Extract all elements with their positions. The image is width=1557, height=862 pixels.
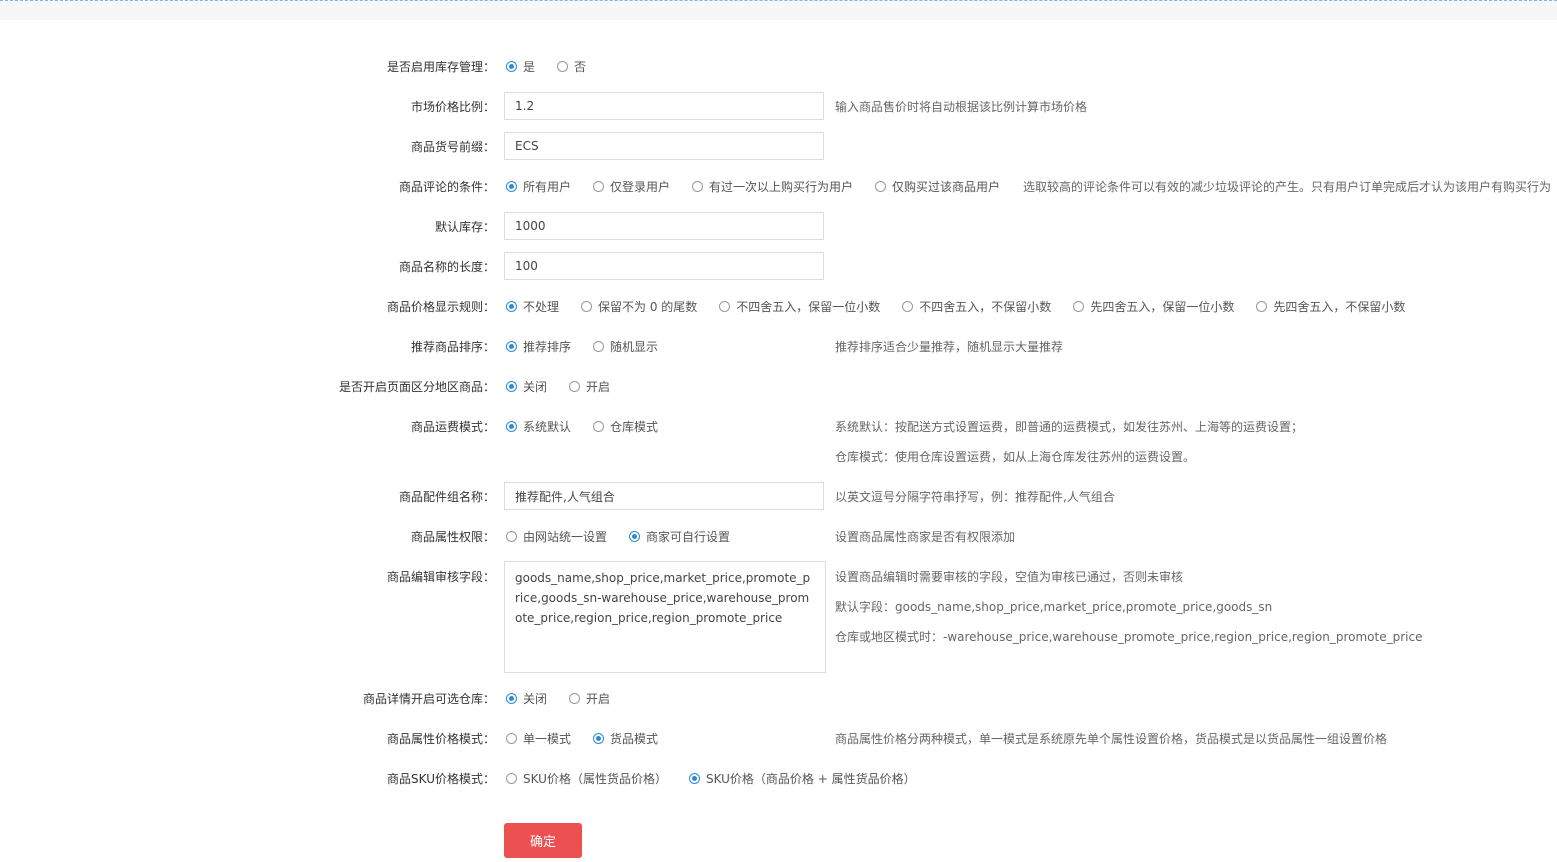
radio-group-comment-condition: 所有用户 仅登录用户 有过一次以上购买行为用户 仅购买过该商品用户 [506, 178, 1022, 195]
hint-recommend-sort: 推荐排序适合少量推荐，随机显示大量推荐 [835, 340, 1064, 354]
label-stock-management: 是否启用库存管理： [386, 60, 495, 74]
hint-market-ratio: 输入商品售价时将自动根据该比例计算市场价格 [835, 100, 1088, 114]
radio-group-attr-permission: 由网站统一设置 商家可自行设置 [506, 528, 752, 545]
market-ratio-input[interactable]: 1.2 [504, 92, 824, 120]
radio-price-round-1[interactable]: 先四舍五入，保留一位小数 [1073, 298, 1234, 315]
hint-accessory-name: 以英文逗号分隔字符串抒写，例：推荐配件,人气组合 [835, 490, 1115, 504]
radio-unchecked-icon [506, 773, 517, 784]
accessory-name-input[interactable]: 推荐配件,人气组合 [504, 482, 824, 510]
label-default-stock: 默认库存： [434, 220, 495, 234]
radio-group-sku-price-mode: SKU价格（属性货品价格） SKU价格（商品价格 + 属性货品价格） [506, 770, 938, 787]
radio-unchecked-icon [1073, 301, 1085, 312]
label-attr-price-mode: 商品属性价格模式： [386, 732, 495, 746]
label-sku-price-mode: 商品SKU价格模式： [387, 772, 495, 786]
radio-checked-icon [506, 693, 517, 704]
radio-attr-merchant[interactable]: 商家可自行设置 [629, 528, 730, 545]
radio-unchecked-icon [593, 421, 605, 432]
radio-stock-yes[interactable]: 是 [506, 58, 535, 75]
radio-warehouse-off[interactable]: 关闭 [506, 690, 547, 707]
label-region-goods: 是否开启页面区分地区商品： [338, 380, 495, 394]
radio-price-trunc-1[interactable]: 不四舍五入，保留一位小数 [719, 298, 880, 315]
radio-group-freight-mode: 系统默认 仓库模式 [506, 418, 680, 435]
label-market-ratio: 市场价格比例： [410, 100, 495, 114]
radio-checked-icon [506, 181, 517, 192]
name-length-input[interactable]: 100 [504, 252, 824, 280]
label-attr-permission: 商品属性权限： [410, 530, 495, 544]
radio-sku-attr[interactable]: SKU价格（属性货品价格） [506, 770, 667, 787]
radio-checked-icon [593, 733, 605, 744]
radio-group-detail-warehouse: 关闭 开启 [506, 690, 632, 707]
hint-comment-condition: 选取较高的评论条件可以有效的减少垃圾评论的产生。只有用户订单完成后才认为该用户有… [1023, 180, 1552, 194]
radio-checked-icon [688, 773, 700, 784]
label-name-length: 商品名称的长度： [398, 260, 495, 274]
label-accessory-name: 商品配件组名称： [398, 490, 495, 504]
radio-price-keep-nonzero[interactable]: 保留不为 0 的尾数 [581, 298, 697, 315]
radio-group-price-rule: 不处理 保留不为 0 的尾数 不四舍五入，保留一位小数 不四舍五入，不保留小数 … [506, 298, 1427, 315]
radio-stock-no[interactable]: 否 [557, 58, 586, 75]
label-recommend-sort: 推荐商品排序： [410, 340, 495, 354]
radio-price-trunc-0[interactable]: 不四舍五入，不保留小数 [902, 298, 1051, 315]
radio-sort-random[interactable]: 随机显示 [593, 338, 658, 355]
default-stock-input[interactable]: 1000 [504, 212, 824, 240]
radio-unchecked-icon [581, 301, 593, 312]
radio-freight-warehouse[interactable]: 仓库模式 [593, 418, 658, 435]
radio-unchecked-icon [506, 531, 517, 542]
radio-checked-icon [629, 531, 641, 542]
radio-group-attr-price-mode: 单一模式 货品模式 [506, 730, 680, 747]
radio-sort-recommend[interactable]: 推荐排序 [506, 338, 571, 355]
hint-edit-review: 设置商品编辑时需要审核的字段，空值为审核已通过，否则未审核 [835, 570, 1184, 584]
radio-unchecked-icon [557, 61, 569, 72]
edit-review-textarea[interactable]: goods_name,shop_price,market_price,promo… [504, 561, 826, 673]
radio-warehouse-on[interactable]: 开启 [569, 690, 610, 707]
radio-unchecked-icon [593, 181, 605, 192]
label-comment-condition: 商品评论的条件： [398, 180, 495, 194]
radio-unchecked-icon [1256, 301, 1268, 312]
radio-freight-default[interactable]: 系统默认 [506, 418, 571, 435]
sn-prefix-input[interactable]: ECS [504, 132, 824, 160]
submit-button[interactable]: 确定 [504, 823, 582, 858]
radio-unchecked-icon [506, 733, 517, 744]
label-detail-warehouse: 商品详情开启可选仓库： [362, 692, 495, 706]
radio-unchecked-icon [569, 693, 581, 704]
label-price-rule: 商品价格显示规则： [386, 300, 495, 314]
radio-unchecked-icon [569, 381, 581, 392]
radio-checked-icon [506, 381, 517, 392]
radio-region-on[interactable]: 开启 [569, 378, 610, 395]
radio-sku-goods-attr[interactable]: SKU价格（商品价格 + 属性货品价格） [688, 770, 916, 787]
radio-comment-login[interactable]: 仅登录用户 [593, 178, 670, 195]
hint-edit-review-default: 默认字段：goods_name,shop_price,market_price,… [835, 600, 1273, 614]
top-bar [0, 0, 1557, 20]
radio-unchecked-icon [593, 341, 605, 352]
radio-unchecked-icon [719, 301, 731, 312]
radio-mode-goods[interactable]: 货品模式 [593, 730, 658, 747]
radio-comment-all[interactable]: 所有用户 [506, 178, 571, 195]
radio-region-off[interactable]: 关闭 [506, 378, 547, 395]
radio-checked-icon [506, 61, 517, 72]
radio-group-recommend-sort: 推荐排序 随机显示 [506, 338, 680, 355]
radio-group-region-goods: 关闭 开启 [506, 378, 632, 395]
radio-checked-icon [506, 421, 517, 432]
hint-freight-warehouse: 仓库模式：使用仓库设置运费，如从上海仓库发往苏州的运费设置。 [835, 450, 1196, 464]
label-edit-review: 商品编辑审核字段： [386, 570, 495, 584]
radio-unchecked-icon [875, 181, 887, 192]
radio-mode-single[interactable]: 单一模式 [506, 730, 571, 747]
label-freight-mode: 商品运费模式： [410, 420, 495, 434]
radio-comment-goods-buyer[interactable]: 仅购买过该商品用户 [875, 178, 1000, 195]
radio-checked-icon [506, 301, 517, 312]
hint-attr-permission: 设置商品属性商家是否有权限添加 [835, 530, 1016, 544]
radio-price-round-0[interactable]: 先四舍五入，不保留小数 [1256, 298, 1405, 315]
radio-comment-buyer[interactable]: 有过一次以上购买行为用户 [692, 178, 853, 195]
radio-attr-site[interactable]: 由网站统一设置 [506, 528, 607, 545]
hint-freight-default: 系统默认：按配送方式设置运费，即普通的运费模式，如发往苏州、上海等的运费设置； [835, 420, 1304, 434]
hint-attr-price-mode: 商品属性价格分两种模式，单一模式是系统原先单个属性设置价格，货品模式是以货品属性… [835, 732, 1388, 746]
radio-price-none[interactable]: 不处理 [506, 298, 559, 315]
hint-edit-review-warehouse: 仓库或地区模式时：-warehouse_price,warehouse_prom… [835, 630, 1423, 644]
label-sn-prefix: 商品货号前缀： [410, 140, 495, 154]
radio-unchecked-icon [692, 181, 704, 192]
radio-checked-icon [506, 341, 517, 352]
radio-unchecked-icon [902, 301, 914, 312]
radio-group-stock-management: 是 否 [506, 58, 608, 75]
